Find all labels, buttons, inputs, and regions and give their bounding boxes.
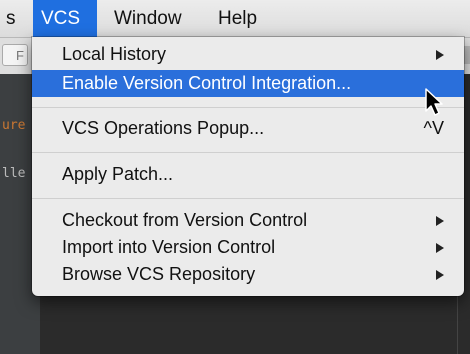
menu-item-apply-patch[interactable]: Apply Patch... [32, 161, 464, 188]
menu-item-local-history[interactable]: Local History [32, 41, 464, 68]
menu-item-label: Enable Version Control Integration... [62, 73, 352, 93]
code-fragment: ure [2, 118, 26, 133]
menu-item-label: VCS Operations Popup... [62, 118, 265, 138]
code-fragment: lle [2, 166, 26, 181]
menu-bar-item-vcs[interactable]: VCS [33, 0, 97, 38]
menu-item-vcs-operations-popup[interactable]: VCS Operations Popup... ^V [32, 115, 464, 142]
menu-item-label: Apply Patch... [62, 164, 174, 184]
menu-item-label: Browse VCS Repository [62, 264, 256, 284]
menu-bar-item-help[interactable]: Help [210, 0, 265, 38]
toolbar-field-fragment[interactable]: F [2, 44, 28, 66]
submenu-arrow-icon [436, 243, 444, 253]
mouse-cursor-icon [425, 88, 443, 116]
menu-separator [32, 198, 464, 199]
menu-item-browse-repository[interactable]: Browse VCS Repository [32, 261, 464, 288]
menu-item-enable-vcs[interactable]: Enable Version Control Integration... [32, 70, 464, 97]
menu-separator [32, 107, 464, 108]
menu-item-checkout[interactable]: Checkout from Version Control [32, 207, 464, 234]
menu-bar-item-window[interactable]: Window [106, 0, 190, 38]
menu-item-shortcut: ^V [423, 118, 444, 138]
vcs-menu: Local History Enable Version Control Int… [32, 37, 464, 296]
submenu-arrow-icon [436, 50, 444, 60]
submenu-arrow-icon [436, 270, 444, 280]
submenu-arrow-icon [436, 216, 444, 226]
menu-bar-item-partial[interactable]: s [0, 0, 24, 38]
menu-item-label: Checkout from Version Control [62, 210, 308, 230]
menu-bar: s VCS Window Help [0, 0, 470, 38]
menu-item-import[interactable]: Import into Version Control [32, 234, 464, 261]
menu-item-label: Import into Version Control [62, 237, 276, 257]
menu-item-label: Local History [62, 44, 167, 64]
menu-separator [32, 152, 464, 153]
